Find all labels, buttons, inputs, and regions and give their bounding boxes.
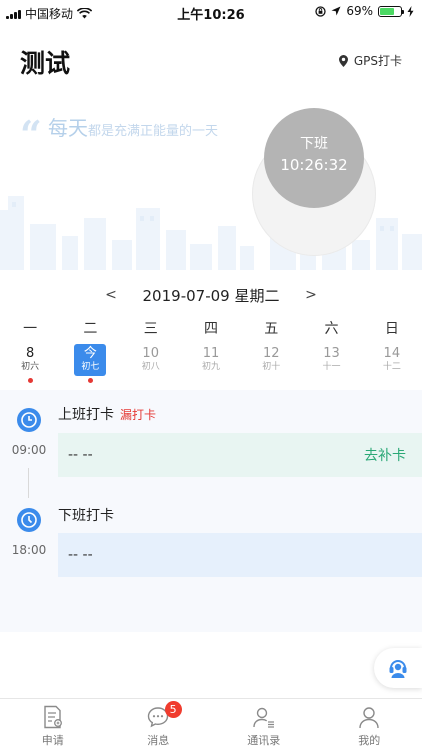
day-lunar: 十一 [322,362,341,372]
location-arrow-icon [331,6,341,16]
day-number: 今 [83,346,97,361]
profile-icon [359,707,379,729]
clock-out-record-card: -- -- [58,533,422,577]
clock-out-value: -- -- [68,547,93,563]
day-number: 14 [383,346,401,361]
weekday-sat: 六 [324,321,339,337]
calendar-day[interactable]: 8 初六 [0,344,60,383]
motto-highlight: 每天 [48,116,88,140]
attendance-dot [87,378,93,383]
weekday-tue: 二 [83,321,98,337]
day-box: 11 初九 [195,344,227,376]
clock-out-label: 下班 [300,136,328,152]
attendance-dot [208,378,213,383]
clock-current-time: 10:26:32 [280,156,348,174]
current-date: 2019-07-09 星期二 [142,286,280,305]
battery-percent: 69% [346,4,373,18]
attendance-dot [148,378,153,383]
clock-icon [17,508,41,532]
tab-profile-label: 我的 [358,734,381,747]
clock-out-button[interactable]: 下班 10:26:32 [264,108,364,208]
clock-out-record-title: 下班打卡 [58,505,114,525]
day-box: 14 十二 [376,344,408,376]
next-date-button[interactable]: > [296,287,326,303]
day-box: 13 十一 [316,344,348,376]
gps-checkin-button[interactable]: GPS打卡 [338,52,402,69]
weekday-header: 一 二 三 四 五 六 日 [0,318,422,338]
gps-label: GPS打卡 [353,54,402,68]
day-lunar: 十二 [382,362,401,372]
clock-in-value: -- -- [68,447,93,463]
timeline-connector [28,468,29,498]
bottom-tab-bar: 申请 5 消息 通讯录 我的 [0,698,422,750]
quote-mark-icon: “ [20,112,42,157]
charging-bolt-icon [407,5,414,17]
motto-text: 每天都是充满正能量的一天 [48,118,228,140]
attendance-dot [27,378,33,383]
missed-status-badge: 漏打卡 [120,408,157,422]
day-number: 12 [262,346,280,361]
day-box: 今初七 [74,344,107,376]
weekday-fri: 五 [264,321,279,337]
clock-in-scheduled-time: 09:00 [11,443,47,457]
weekday-mon: 一 [23,321,38,337]
tab-messages[interactable]: 5 消息 [106,699,212,750]
clock-in-title: 上班打卡 [58,407,114,423]
status-bar: 中国移动 上午10:26 69% [0,0,422,24]
day-box: 10 初八 [135,344,167,376]
contacts-icon [253,707,274,728]
day-number: 8 [26,346,35,361]
make-up-checkin-button[interactable]: 去补卡 [364,445,406,465]
day-lunar: 初八 [141,362,160,372]
tab-contacts[interactable]: 通讯录 [211,699,317,750]
day-lunar: 初六 [21,362,40,372]
apply-icon [44,705,62,729]
battery-fill [380,7,394,15]
tab-apply[interactable]: 申请 [0,699,106,750]
calendar-day-today[interactable]: 今初七 [60,344,120,383]
customer-service-button[interactable] [374,648,422,688]
calendar-days: 8 初六 今初七 10 初八 11 初九 12 初十 13 十一 14 十二 [0,344,422,383]
day-number: 11 [202,346,220,361]
day-box: 12 初十 [255,344,287,376]
unread-badge: 5 [164,701,182,718]
date-navigator: < 2019-07-09 星期二 > [0,284,422,306]
rotation-lock-icon [315,5,326,17]
weekday-thu: 四 [203,321,218,337]
attendance-dot [269,378,274,383]
weekday-wed: 三 [143,321,158,337]
day-number: 13 [323,346,340,361]
calendar-day[interactable]: 14 十二 [362,344,422,383]
tab-contacts-label: 通讯录 [247,734,281,747]
headset-icon [389,660,407,678]
battery-icon [378,5,404,17]
day-number: 10 [142,346,159,361]
clock-in-record-card: -- -- 去补卡 [58,433,422,477]
day-lunar: 初七 [81,362,100,372]
calendar-day[interactable]: 10 初八 [121,344,181,383]
calendar-day[interactable]: 13 十一 [301,344,361,383]
status-right: 69% [315,4,414,18]
tab-messages-label: 消息 [147,734,170,747]
clock-icon [17,408,41,432]
tab-apply-label: 申请 [41,734,64,747]
prev-date-button[interactable]: < [96,287,126,303]
day-box: 8 初六 [14,344,46,376]
attendance-dot [389,378,394,383]
page-title: 测试 [20,49,71,78]
motto-rest: 都是充满正能量的一天 [88,124,219,139]
day-lunar: 初十 [262,362,281,372]
calendar-day[interactable]: 11 初九 [181,344,241,383]
weekday-sun: 日 [384,321,399,337]
clock-out-scheduled-time: 18:00 [11,543,47,557]
tab-profile[interactable]: 我的 [317,699,422,750]
clock-in-record-title: 上班打卡 漏打卡 [58,404,156,424]
calendar-day[interactable]: 12 初十 [241,344,301,383]
location-pin-icon [338,54,348,67]
clock-out-title: 下班打卡 [58,508,114,524]
attendance-dot [329,378,334,383]
day-lunar: 初九 [201,362,220,372]
